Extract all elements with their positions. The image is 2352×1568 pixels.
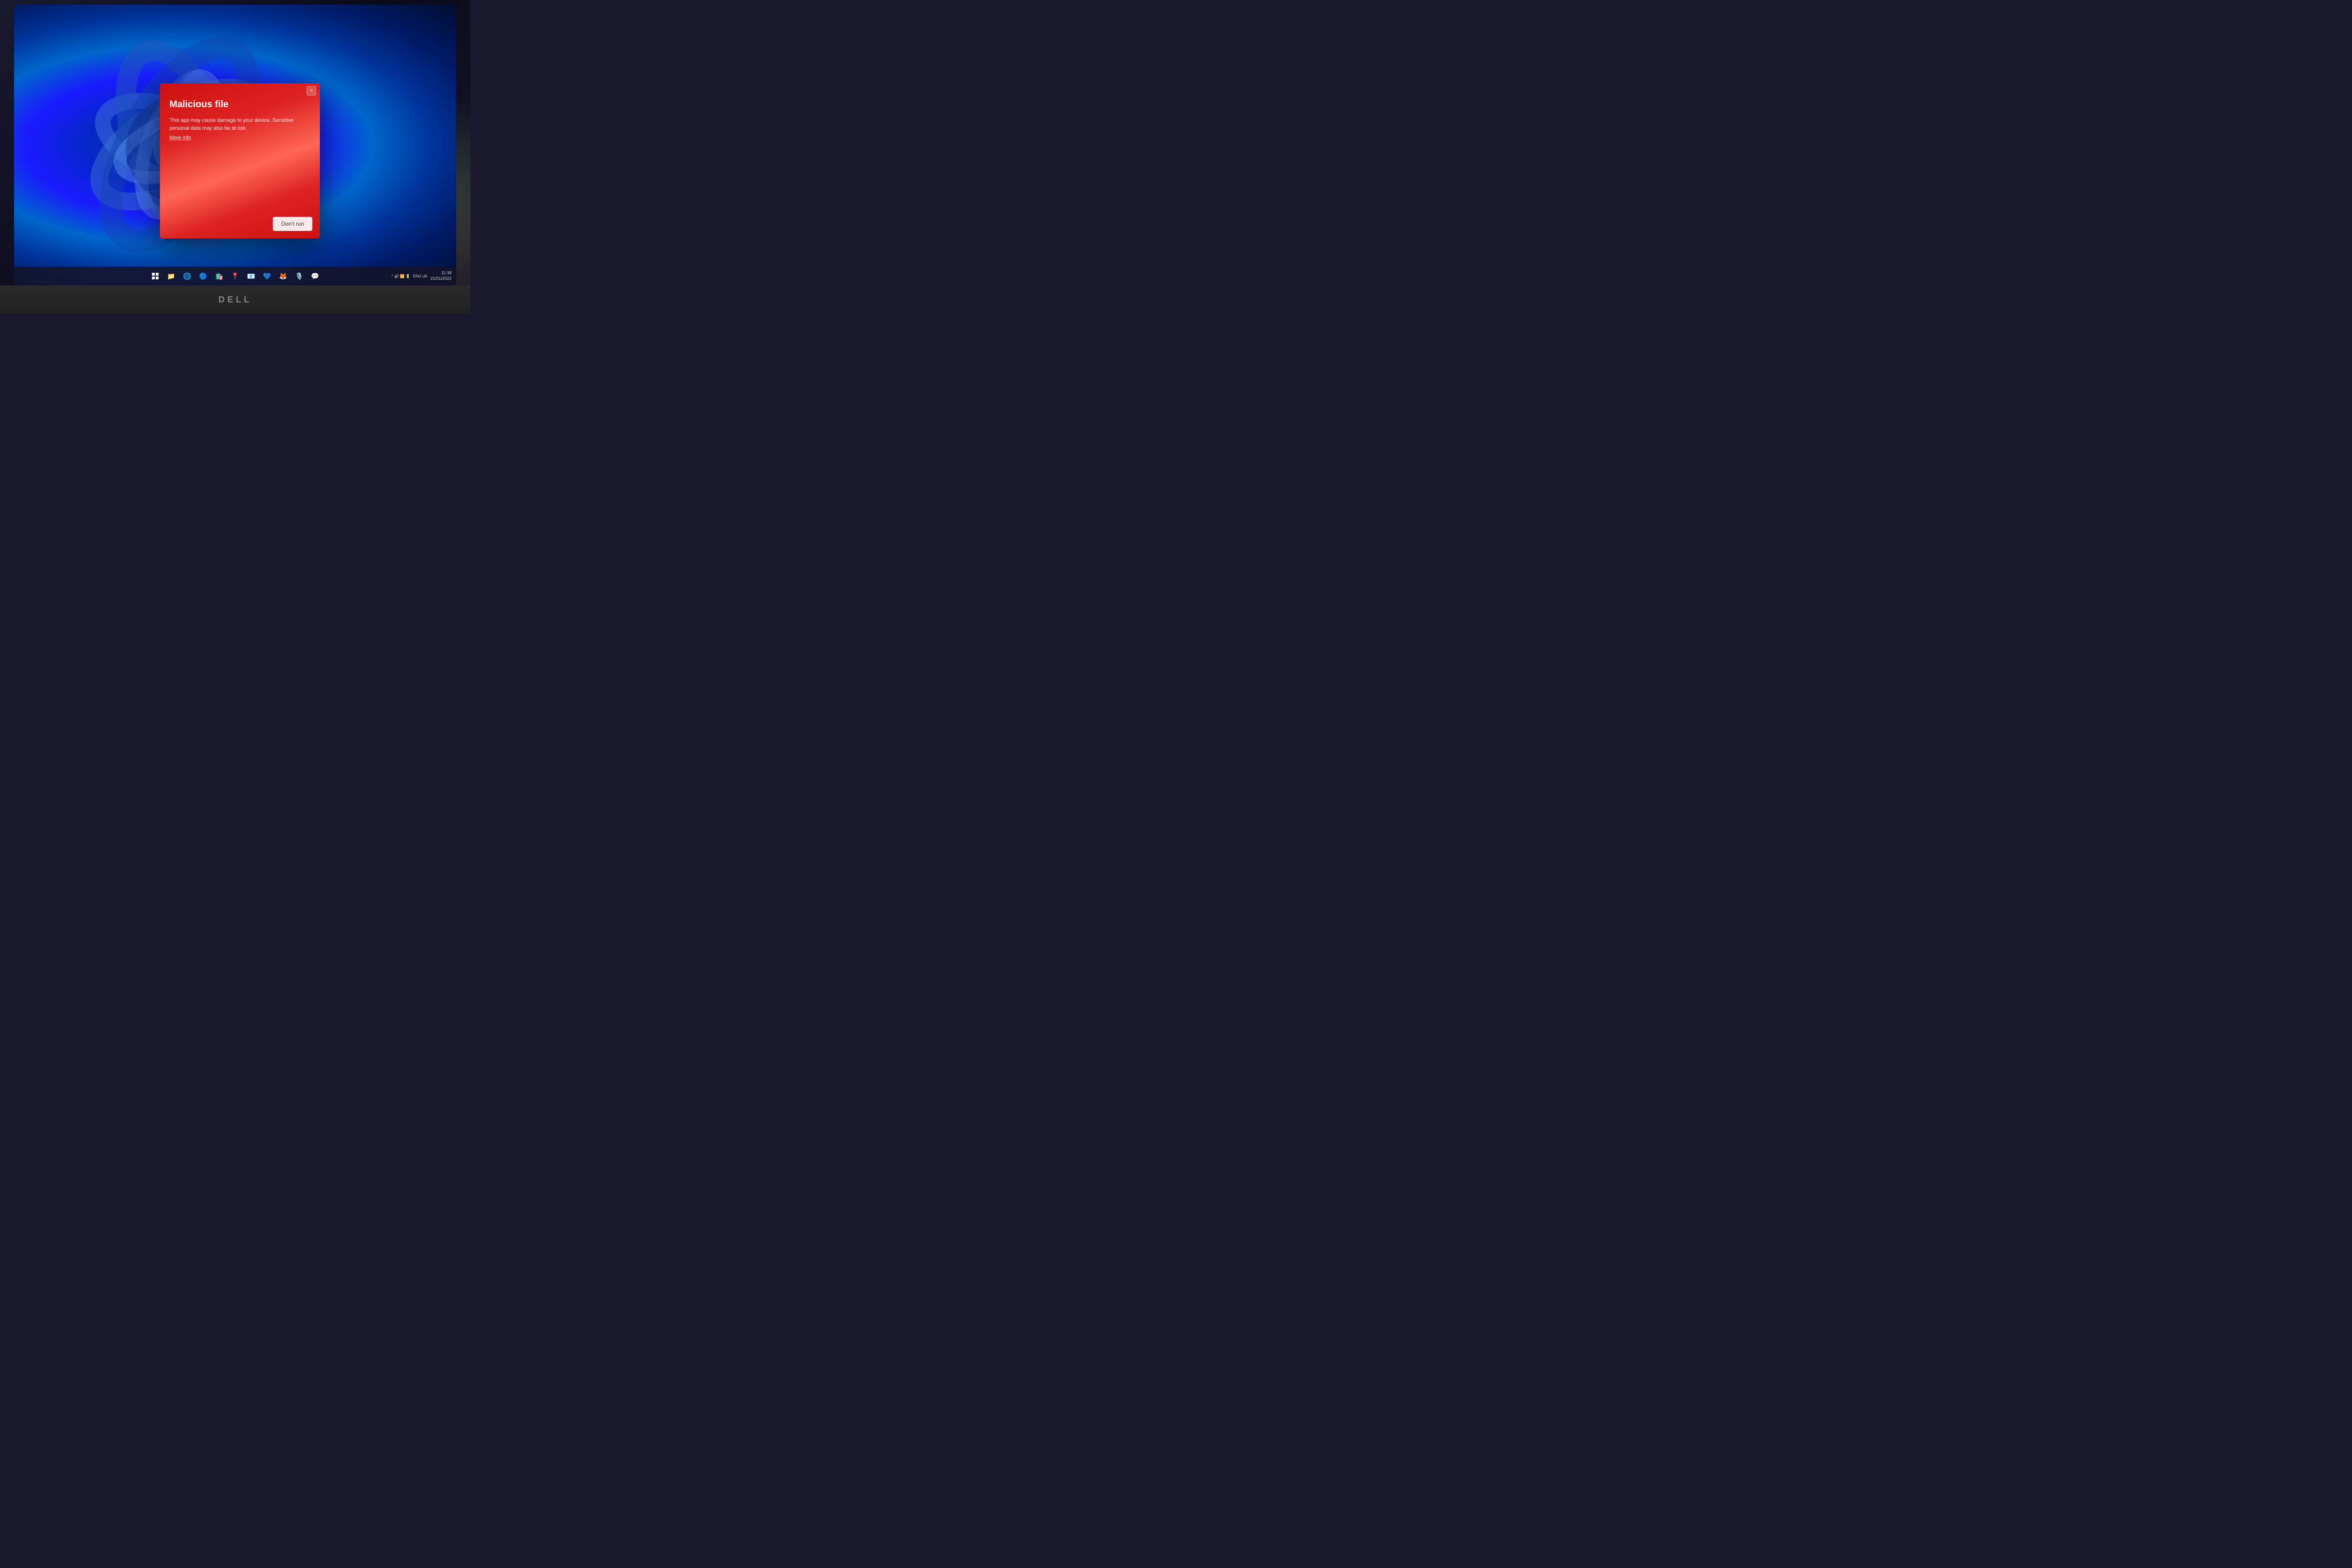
taskbar: 📁 🌐 🔵 🛍️ 📍 📧 💙 🦊 🎙️ 💬 ^ 🔊 📶 🔋 ENG UK 11:… (14, 267, 456, 285)
mail-icon[interactable]: 📧 (245, 269, 258, 283)
dell-logo: DELL (219, 295, 252, 305)
file-explorer-icon[interactable]: 📁 (165, 269, 178, 283)
taskbar-pinned-icons: 📁 🌐 🔵 🛍️ 📍 📧 💙 🦊 🎙️ 💬 (149, 269, 322, 283)
teams-icon[interactable]: 💬 (309, 269, 322, 283)
maps-icon[interactable]: 📍 (229, 269, 242, 283)
dialog-title-bar: × (160, 83, 320, 97)
app-icon[interactable]: 🎙️ (293, 269, 306, 283)
dialog-close-button[interactable]: × (307, 86, 316, 95)
taskbar-system-tray: ^ 🔊 📶 🔋 ENG UK 11:38 21/01/2022 (391, 270, 452, 281)
laptop-chin: DELL (0, 285, 470, 314)
chrome-icon[interactable]: 🔵 (197, 269, 210, 283)
store-icon[interactable]: 🛍️ (213, 269, 226, 283)
firefox-icon[interactable]: 🦊 (277, 269, 290, 283)
clock-time: 11:38 (430, 270, 452, 276)
system-tray-icons: ^ 🔊 📶 🔋 (391, 274, 410, 278)
more-info-link[interactable]: More info (169, 135, 310, 141)
start-button[interactable] (149, 269, 162, 283)
edge-icon[interactable]: 🌐 (181, 269, 194, 283)
vscode-icon[interactable]: 💙 (261, 269, 274, 283)
dialog-title: Malicious file (169, 99, 310, 110)
windows-desktop: × Malicious file This app may cause dama… (14, 5, 456, 285)
laptop-screen: × Malicious file This app may cause dama… (14, 5, 456, 285)
taskbar-clock[interactable]: 11:38 21/01/2022 (430, 270, 452, 281)
security-alert-dialog: × Malicious file This app may cause dama… (160, 83, 320, 238)
dont-run-button[interactable]: Don't run (273, 217, 312, 231)
dialog-body-text: This app may cause damage to your device… (169, 117, 310, 132)
language-indicator: ENG UK (413, 274, 428, 278)
dialog-footer: Don't run (160, 217, 320, 238)
dialog-content: Malicious file This app may cause damage… (160, 97, 320, 217)
clock-date: 21/01/2022 (430, 276, 452, 282)
